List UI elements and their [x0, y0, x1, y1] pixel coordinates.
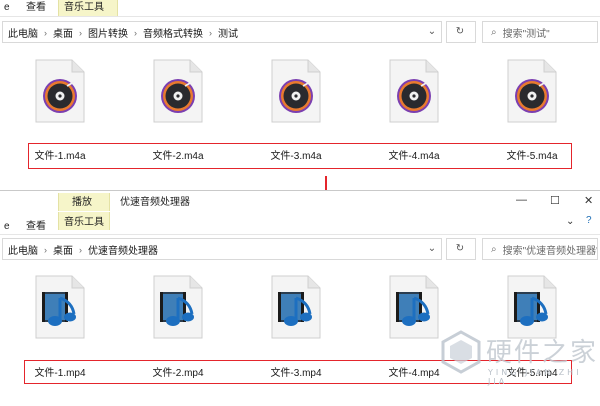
breadcrumb-item[interactable]: 图片转换: [88, 25, 128, 40]
breadcrumb-item[interactable]: 此电脑: [8, 25, 38, 40]
annotation-box-top: [28, 143, 572, 169]
expand-ribbon-icon[interactable]: ⌄: [566, 216, 574, 227]
audio-file-icon: [271, 59, 321, 123]
chevron-right-icon: ›: [134, 27, 137, 38]
search-icon: ⌕: [491, 243, 497, 255]
breadcrumb-item[interactable]: 此电脑: [8, 242, 38, 257]
tab-music-tools[interactable]: 音乐工具: [64, 216, 104, 230]
video-file-icon: [153, 275, 203, 339]
breadcrumb-item[interactable]: 测试: [218, 25, 238, 40]
help-icon[interactable]: ?: [586, 215, 592, 226]
watermark-cn: 硬件之家: [486, 338, 599, 368]
minimize-icon[interactable]: —: [516, 194, 527, 206]
search-placeholder: 搜索"优速音频处理器": [502, 245, 598, 257]
chevron-right-icon: ›: [79, 244, 82, 255]
chevron-right-icon: ›: [79, 27, 82, 38]
ribbon-stub: e: [4, 221, 10, 232]
chevron-right-icon: ›: [44, 244, 47, 255]
watermark-en: YING JIAN ZHI JIA: [488, 368, 582, 386]
breadcrumb-item[interactable]: 桌面: [53, 25, 73, 40]
close-icon[interactable]: ✕: [584, 194, 593, 207]
watermark: 硬件之家 YING JIAN ZHI JIA: [440, 326, 600, 404]
window-title: 优速音频处理器: [120, 197, 190, 208]
video-file-icon: [389, 275, 439, 339]
breadcrumb: 此电脑 › 桌面 › 优速音频处理器: [8, 242, 158, 258]
search-input[interactable]: ⌕ 搜索"测试": [482, 21, 598, 43]
tab-play[interactable]: 播放: [72, 196, 92, 210]
audio-file-icon: [153, 59, 203, 123]
breadcrumb-item[interactable]: 音频格式转换: [143, 25, 203, 40]
refresh-icon[interactable]: ↻: [452, 22, 468, 40]
chevron-right-icon: ›: [44, 27, 47, 38]
breadcrumb: 此电脑 › 桌面 › 图片转换 › 音频格式转换 › 测试: [8, 25, 238, 41]
refresh-icon[interactable]: ↻: [452, 239, 468, 257]
maximize-icon[interactable]: ☐: [550, 194, 560, 207]
ribbon-stub: e: [4, 2, 10, 13]
breadcrumb-item[interactable]: 桌面: [53, 242, 73, 257]
tab-view[interactable]: 查看: [26, 220, 46, 234]
top-window-ribbon: e 查看 音乐工具: [0, 0, 600, 17]
tab-music-tools[interactable]: 音乐工具: [64, 1, 104, 15]
audio-file-icon: [389, 59, 439, 123]
chevron-right-icon: ›: [209, 27, 212, 38]
audio-file-icon: [507, 59, 557, 123]
breadcrumb-item[interactable]: 优速音频处理器: [88, 242, 158, 257]
dropdown-chevron-icon[interactable]: ⌄: [424, 239, 440, 257]
video-file-icon: [35, 275, 85, 339]
tab-view[interactable]: 查看: [26, 1, 46, 15]
search-icon: ⌕: [491, 26, 497, 38]
search-input[interactable]: ⌕ 搜索"优速音频处理器": [482, 238, 598, 260]
dropdown-chevron-icon[interactable]: ⌄: [424, 22, 440, 40]
ribbon-divider: [0, 234, 600, 235]
search-placeholder: 搜索"测试": [502, 28, 550, 40]
watermark-logo-icon: [441, 330, 481, 374]
audio-file-icon: [35, 59, 85, 123]
video-file-icon: [271, 275, 321, 339]
